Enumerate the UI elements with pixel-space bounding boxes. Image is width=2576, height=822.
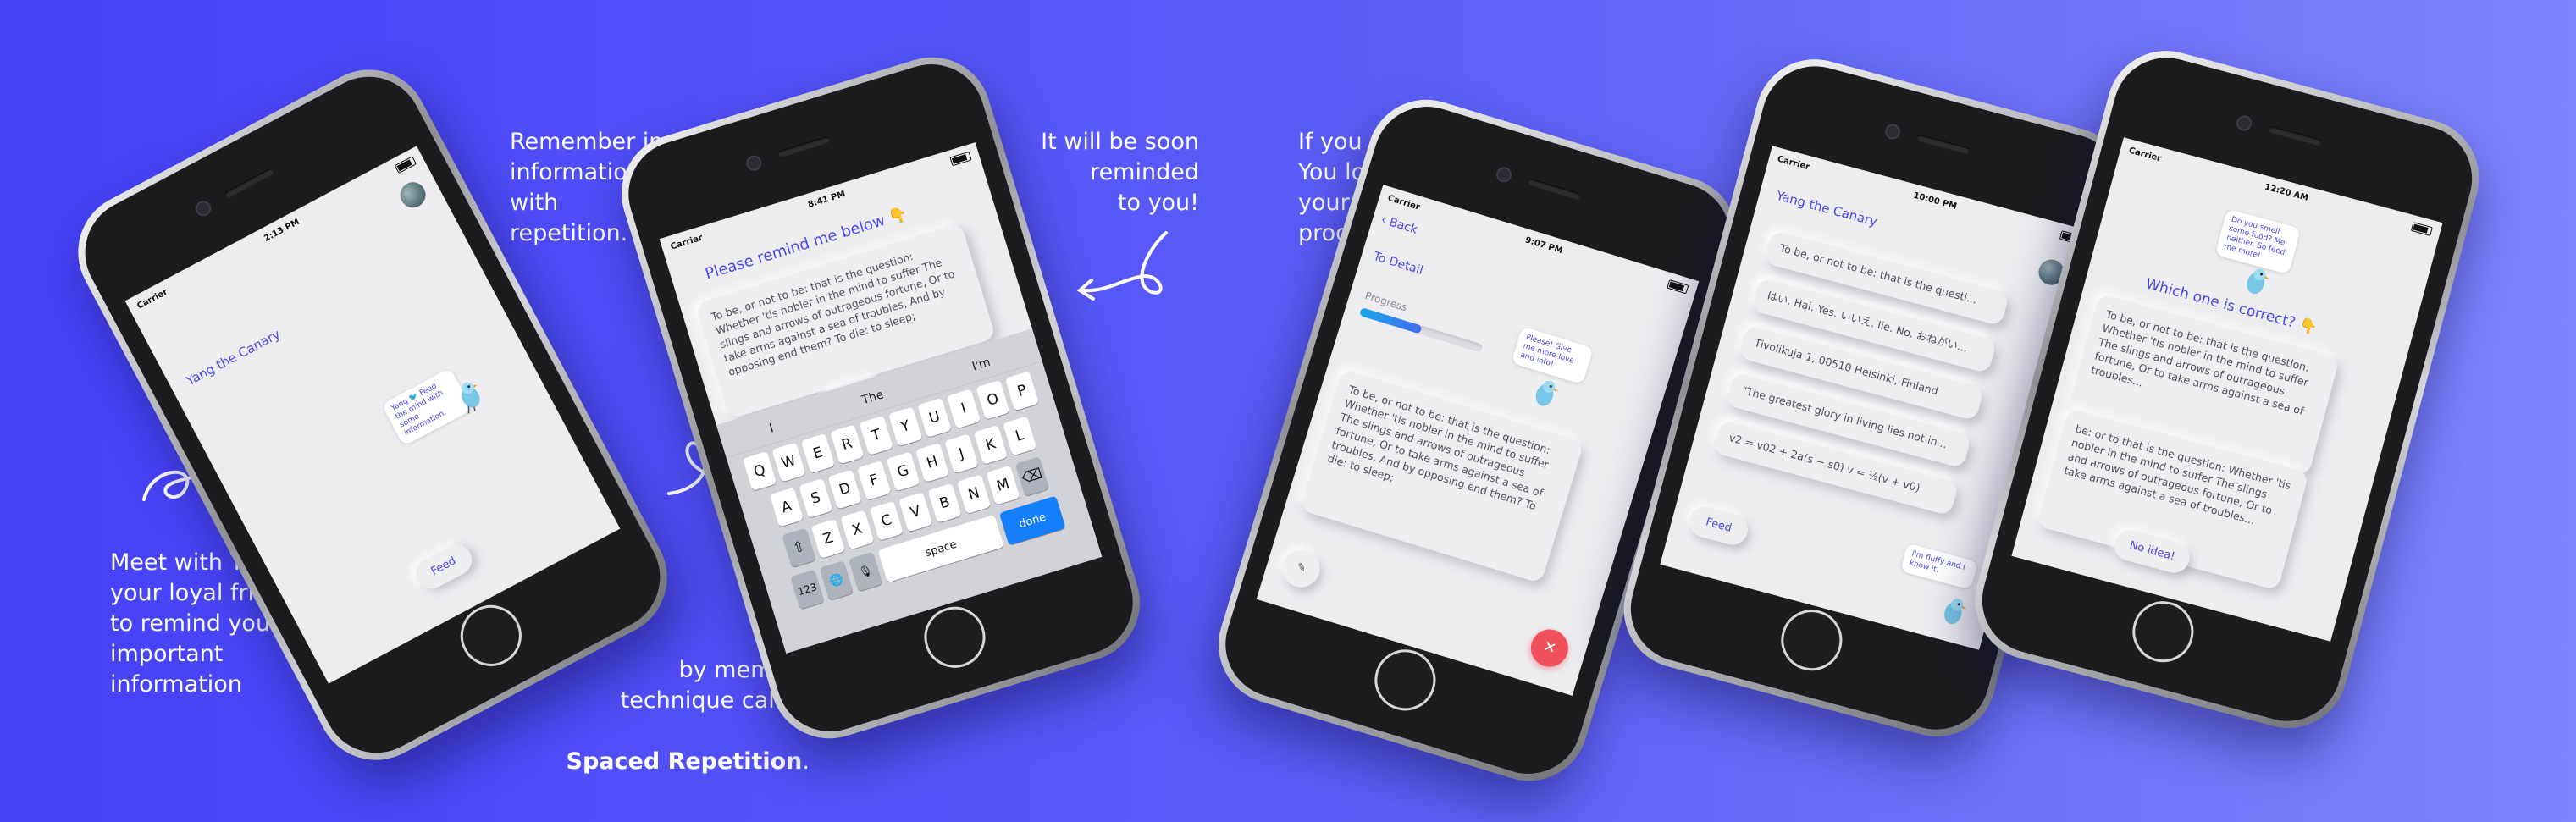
canary-bird-icon[interactable] <box>1528 373 1562 413</box>
key-i[interactable]: I <box>946 389 981 429</box>
screen: Carrier 8:41 PM Please remind me below 👇… <box>659 142 1103 654</box>
clock-label: 2:13 PM <box>262 217 301 244</box>
key-g[interactable]: G <box>886 451 920 492</box>
key-n[interactable]: N <box>956 474 992 515</box>
key-h[interactable]: H <box>915 442 950 483</box>
speech-bubble: Yang 🐦 Feed the mind with some informati… <box>381 367 473 447</box>
key-b[interactable]: B <box>927 483 962 523</box>
key-d[interactable]: D <box>827 469 862 510</box>
key-s[interactable]: S <box>799 478 833 519</box>
feed-button[interactable]: Feed <box>1686 503 1752 549</box>
suggestion-item[interactable]: I <box>768 422 776 436</box>
screen: Carrier 12:20 AM Do you smell some food?… <box>2011 137 2443 642</box>
speaker-grill <box>1527 178 1582 201</box>
caption-memory-tail: . <box>802 748 810 775</box>
clock-label: 9:07 PM <box>1523 234 1564 256</box>
shift-key-icon[interactable]: ⇧ <box>782 527 816 568</box>
battery-icon <box>2410 221 2433 236</box>
suggestion-item[interactable]: I'm <box>970 356 992 374</box>
status-bar: Carrier 9:07 PM <box>1377 185 1700 302</box>
battery-icon <box>949 151 972 166</box>
canary-bird-icon[interactable] <box>2239 262 2272 301</box>
canary-bird-icon[interactable] <box>1937 592 1970 631</box>
camera-icon <box>2235 113 2254 133</box>
page-title: To Detail <box>1371 249 1425 278</box>
speaker-grill <box>2268 125 2323 146</box>
key-f[interactable]: F <box>856 461 892 501</box>
camera-icon <box>744 153 764 173</box>
carrier-label: Carrier <box>135 287 169 312</box>
progress-bar <box>1358 307 1484 353</box>
key-p[interactable]: P <box>1004 371 1040 411</box>
carrier-label: Carrier <box>2127 146 2163 163</box>
caption-memory-bold: Spaced Repetition <box>566 748 803 775</box>
key-o[interactable]: O <box>976 379 1010 420</box>
home-button[interactable] <box>2125 594 2201 670</box>
camera-icon <box>193 198 214 219</box>
camera-icon <box>1883 122 1903 141</box>
key-q[interactable]: Q <box>742 451 777 492</box>
key-r[interactable]: R <box>830 424 865 465</box>
key-a[interactable]: A <box>769 487 804 527</box>
page-title: Yang the Canary <box>183 326 283 389</box>
carrier-label: Carrier <box>669 233 705 251</box>
speech-bubble: Please! Give me more love and info! <box>1511 326 1594 385</box>
key-j[interactable]: J <box>944 433 979 474</box>
key-y[interactable]: Y <box>888 406 923 447</box>
page-title: Yang the Canary <box>1774 187 1880 230</box>
home-button[interactable] <box>1367 642 1444 719</box>
speech-bubble: I'm fluffy and I know it. <box>1900 543 1978 590</box>
back-label: Back <box>1387 215 1419 237</box>
feed-button[interactable]: Feed <box>410 539 478 594</box>
clock-label: 12:20 AM <box>2264 182 2310 203</box>
key-l[interactable]: L <box>1003 416 1037 456</box>
key-e[interactable]: E <box>800 433 836 474</box>
key-u[interactable]: U <box>917 397 952 438</box>
status-bar: Carrier 2:13 PM <box>125 146 428 320</box>
battery-icon <box>1667 279 1689 294</box>
keyboard-done-key[interactable]: done <box>998 495 1066 546</box>
home-button[interactable] <box>1774 603 1849 678</box>
delete-icon[interactable]: ✕ <box>1526 625 1573 672</box>
home-button[interactable] <box>916 599 993 676</box>
key-k[interactable]: K <box>973 424 1009 465</box>
key-z[interactable]: Z <box>810 518 846 559</box>
speaker-grill <box>777 135 832 158</box>
moss-ball-icon[interactable] <box>395 177 430 212</box>
speaker-grill <box>224 167 275 199</box>
carrier-label: Carrier <box>1776 154 1811 172</box>
edit-icon[interactable]: ✎ <box>1278 545 1325 593</box>
key-c[interactable]: C <box>869 500 904 541</box>
key-v[interactable]: V <box>898 492 933 532</box>
numbers-key[interactable]: 123 <box>790 569 825 610</box>
backspace-key-icon[interactable]: ⌫ <box>1014 456 1050 497</box>
clock-label: 8:41 PM <box>806 189 847 210</box>
camera-icon <box>1494 165 1514 185</box>
mic-key-icon[interactable]: 🎙 <box>849 551 883 592</box>
key-m[interactable]: M <box>986 465 1020 505</box>
progress-fill <box>1358 307 1423 334</box>
suggestion-item[interactable]: The <box>860 388 886 407</box>
carrier-label: Carrier <box>1386 193 1422 212</box>
loop-arrow-icon <box>1076 231 1168 301</box>
clock-label: 10:00 PM <box>1912 190 1959 212</box>
key-t[interactable]: T <box>859 415 893 455</box>
battery-icon <box>394 155 417 174</box>
phone-bezel: Carrier 9:07 PM ‹ Back To Detail Progres… <box>1212 93 1744 787</box>
globe-key-icon[interactable]: 🌐 <box>819 560 854 601</box>
speaker-grill <box>1916 134 1971 155</box>
key-x[interactable]: X <box>840 510 875 550</box>
key-w[interactable]: W <box>771 442 806 483</box>
